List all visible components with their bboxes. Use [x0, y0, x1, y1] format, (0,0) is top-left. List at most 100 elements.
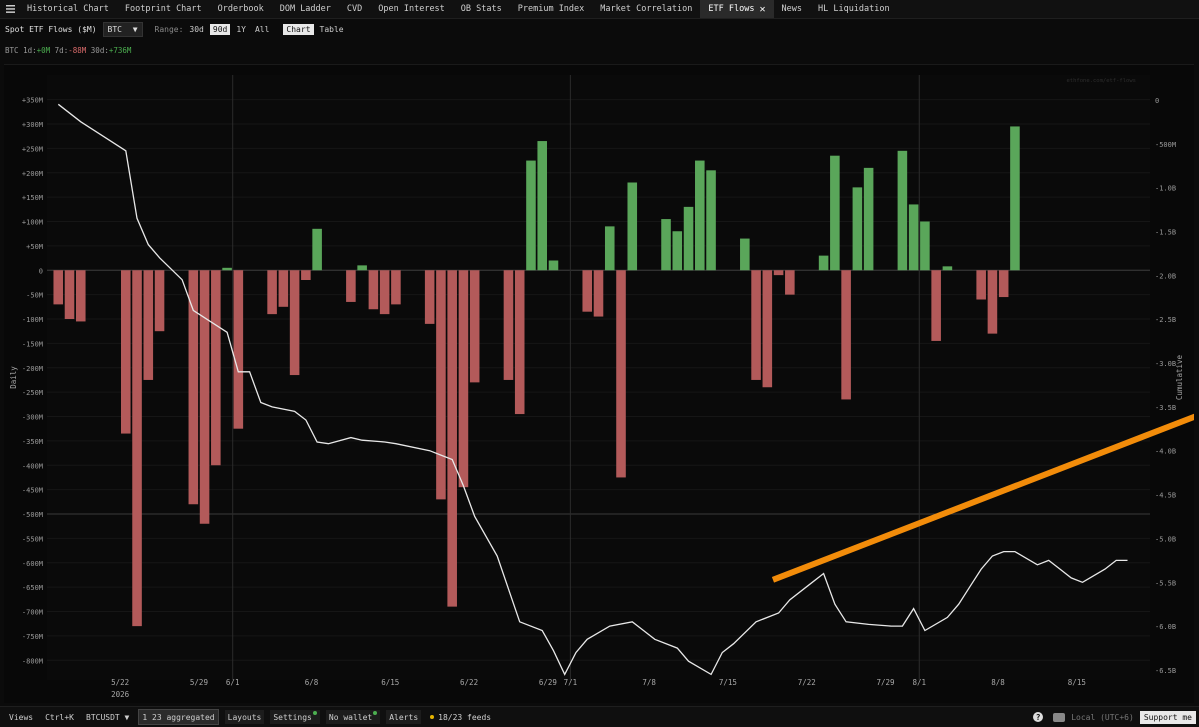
range-all-button[interactable]: All: [252, 24, 272, 35]
symbol-select[interactable]: BTCUSDT ▼: [83, 710, 132, 724]
flow-bar: [773, 270, 784, 276]
close-icon[interactable]: ✕: [759, 4, 765, 15]
asset-value: BTC: [107, 24, 122, 34]
tab-news[interactable]: News: [774, 0, 810, 18]
flow-stats: BTC 1d:+0M 7d:-88M 30d:+736M: [5, 46, 131, 55]
tab-orderbook[interactable]: Orderbook: [210, 0, 272, 18]
aggregated-badge[interactable]: 1 23 aggregated: [138, 709, 219, 725]
flow-bar: [526, 160, 536, 271]
tab-label: News: [781, 4, 802, 14]
flow-bar: [121, 270, 131, 434]
flow-bar: [514, 270, 525, 415]
daily-axis-label: Daily: [9, 366, 18, 389]
y-tick-label: +350M: [22, 97, 43, 105]
flow-bar: [537, 141, 548, 271]
chevron-down-icon: ▼: [124, 712, 130, 722]
tab-footprint-chart[interactable]: Footprint Chart: [117, 0, 210, 18]
asset-select[interactable]: BTC ▼: [102, 21, 143, 37]
view-group: Chart Table: [280, 23, 347, 35]
range-label: Range:: [154, 24, 184, 34]
x-tick-label: 5/22: [111, 678, 129, 687]
hamburger-icon[interactable]: [0, 0, 19, 18]
tab-open-interest[interactable]: Open Interest: [370, 0, 453, 18]
settings-button[interactable]: Settings: [270, 710, 320, 724]
y-tick-label: -250M: [22, 389, 43, 397]
timezone-label[interactable]: Local (UTC+6): [1071, 713, 1134, 722]
flow-bar: [211, 270, 221, 466]
tab-cvd[interactable]: CVD: [339, 0, 370, 18]
x-tick-label: 8/8: [991, 678, 1005, 687]
x-tick-label: 7/15: [719, 678, 737, 687]
flow-bar: [222, 267, 232, 271]
y-tick-label: 0: [39, 267, 43, 275]
feeds-status[interactable]: 18/23 feeds: [427, 710, 494, 724]
x-tick-label: 8/1: [912, 678, 926, 687]
y-tick-label: -800M: [22, 657, 43, 665]
flow-bar: [447, 270, 457, 607]
range-90d-button[interactable]: 90d: [209, 23, 231, 35]
tab-ob-stats[interactable]: OB Stats: [453, 0, 510, 18]
flow-bar: [751, 270, 761, 380]
flow-bar: [582, 270, 593, 312]
y2-tick-label: -3.5B: [1155, 404, 1176, 412]
y2-tick-label: -500M: [1155, 141, 1176, 149]
flow-bar: [785, 270, 795, 295]
tab-label: DOM Ladder: [279, 4, 331, 14]
flow-bar: [424, 270, 435, 324]
tab-premium-index[interactable]: Premium Index: [510, 0, 593, 18]
camera-icon[interactable]: [1053, 712, 1066, 722]
view-table-button[interactable]: Table: [317, 24, 347, 35]
x-tick-label: 6/29: [539, 678, 557, 687]
views-button[interactable]: Views: [6, 710, 36, 724]
flow-bar: [64, 270, 75, 319]
stats-1d-value: +0M: [36, 46, 51, 55]
flow-bar: [53, 270, 64, 305]
range-30d-button[interactable]: 30d: [186, 24, 206, 35]
etf-flows-chart[interactable]: +350M +300M +250M +200M +150M +100M +50M 0 -50M -…: [4, 65, 1199, 703]
feed-status-dot-icon: [430, 715, 435, 719]
y-tick-label: +250M: [22, 145, 43, 153]
tab-historical-chart[interactable]: Historical Chart: [19, 0, 117, 18]
y-tick-label: -550M: [22, 535, 43, 543]
stats-asset: BTC: [5, 46, 19, 55]
y2-tick-label: -3.0B: [1155, 360, 1176, 368]
help-icon[interactable]: ?: [1033, 712, 1044, 722]
flow-bar: [627, 182, 638, 271]
chart-panel[interactable]: +350M +300M +250M +200M +150M +100M +50M 0 -50M -…: [4, 64, 1199, 703]
y-tick-label: -100M: [22, 316, 43, 324]
tab-etf-flows[interactable]: ETF Flows ✕: [700, 0, 774, 18]
tab-hl-liquidation[interactable]: HL Liquidation: [810, 0, 898, 18]
flow-bar: [379, 270, 390, 315]
tab-label: Historical Chart: [27, 4, 109, 14]
y-tick-label: -650M: [22, 584, 43, 592]
view-chart-button[interactable]: Chart: [283, 23, 314, 35]
support-button[interactable]: Support me: [1139, 710, 1196, 724]
y-tick-label: -350M: [22, 438, 43, 446]
tab-dom-ladder[interactable]: DOM Ladder: [272, 0, 339, 18]
y-tick-label: -300M: [22, 414, 43, 422]
bottom-bar: Views Ctrl+K BTCUSDT ▼ 1 23 aggregated L…: [0, 706, 1199, 727]
y-tick-label: -200M: [22, 365, 43, 373]
flow-bar: [267, 270, 277, 315]
y2-tick-label: 0: [1155, 97, 1159, 105]
x-tick-label: 5/29: [190, 678, 208, 687]
layouts-button[interactable]: Layouts: [224, 710, 265, 724]
flow-bar: [301, 270, 311, 280]
flow-bar: [897, 150, 908, 271]
tab-label: OB Stats: [460, 4, 502, 14]
wallet-button[interactable]: No wallet: [325, 710, 381, 724]
command-shortcut[interactable]: Ctrl+K: [42, 710, 77, 724]
tab-market-correlation[interactable]: Market Correlation: [592, 0, 700, 18]
tab-label: Footprint Chart: [124, 4, 202, 14]
range-1y-button[interactable]: 1Y: [233, 24, 249, 35]
flow-bar: [661, 219, 671, 271]
chevron-down-icon: ▼: [132, 24, 138, 34]
y2-tick-label: -4.5B: [1155, 492, 1176, 500]
tab-label: CVD: [346, 4, 363, 14]
alerts-button[interactable]: Alerts: [386, 710, 422, 724]
x-tick-label: 6/8: [305, 678, 319, 687]
flow-bar: [458, 270, 469, 488]
y-tick-label: +300M: [22, 121, 43, 129]
flow-bar: [132, 270, 142, 627]
y-tick-label: -700M: [22, 609, 43, 617]
